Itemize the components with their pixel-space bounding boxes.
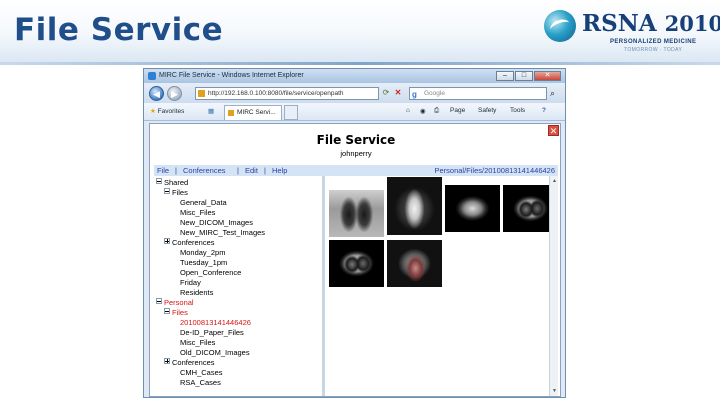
menu-file[interactable]: File [157,166,169,175]
logo-year: 2010 [664,11,720,36]
page-title: File Service [316,133,396,147]
search-input[interactable]: g Google [409,87,547,100]
file-thumbnail-grid: ▲ ▼ [326,176,558,396]
app-menubar: File | Conferences | Edit | Help Persona… [154,165,558,176]
search-icon[interactable]: ⌕ [550,88,560,98]
tree-node-shared[interactable]: Shared [156,178,188,188]
tree-node-friday[interactable]: Friday [180,278,201,288]
tree-node-misc-files[interactable]: Misc_Files [180,208,215,218]
tree-node-rsa-cases[interactable]: RSA_Cases [180,378,221,388]
collapse-icon[interactable] [164,308,170,314]
thumbnail-chest-xray-lateral[interactable] [387,177,442,235]
home-icon[interactable]: ⌂ [406,107,410,114]
tab-grid-icon[interactable]: ▦ [208,107,214,115]
close-window-button[interactable]: ✕ [534,71,561,81]
menu-separator: | [264,166,266,175]
globe-icon [544,10,576,42]
tree-node-selected-folder[interactable]: 20100813141446426 [180,318,251,328]
url-text: http://192.168.0.100:8080/file/service/o… [208,90,344,97]
expand-icon[interactable] [164,358,170,364]
folder-tree: Shared Files General_Data Misc_Files New… [154,176,322,396]
print-icon[interactable]: ⎙ [434,107,439,115]
panel-splitter[interactable] [322,176,325,396]
logo-tagline: PERSONALIZED MEDICINE [610,39,697,45]
current-path: Personal/Files/20100813141446426 [434,166,555,175]
logo-subtag: TOMORROW · TODAY [624,47,683,53]
collapse-icon[interactable] [164,188,170,194]
help-icon[interactable]: ? [542,107,546,114]
refresh-icon[interactable]: ⟳ [381,88,391,98]
tree-node-tuesday-1pm[interactable]: Tuesday_1pm [180,258,227,268]
logo-text: RSNA [582,10,657,37]
feeds-icon[interactable]: ◉ [420,107,426,115]
window-titlebar: MIRC File Service - Windows Internet Exp… [144,69,565,83]
back-button[interactable]: ◀ [149,86,164,101]
page-icon [198,90,205,97]
menu-conferences[interactable]: Conferences [183,166,226,175]
menu-separator: | [237,166,239,175]
thumbnail-ct-chest-2[interactable] [329,240,384,287]
page-content: ✕ File Service johnperry File | Conferen… [149,123,561,397]
rsna-logo: RSNA 2010 PERSONALIZED MEDICINE TOMORROW… [544,8,720,56]
scroll-down-icon[interactable]: ▼ [551,387,558,395]
tree-node-general-data[interactable]: General_Data [180,198,227,208]
browser-tab[interactable]: MIRC Servi... [224,105,282,120]
new-tab-button[interactable] [284,105,298,120]
tree-node-old-dicom-images[interactable]: Old_DICOM_Images [180,348,250,358]
collapse-icon[interactable] [156,178,162,184]
logo-wordmark: RSNA 2010 [582,10,720,37]
tree-node-monday-2pm[interactable]: Monday_2pm [180,248,225,258]
collapse-icon[interactable] [156,298,162,304]
favorites-button[interactable]: ★ Favorites [150,107,184,115]
minimize-button[interactable]: – [496,71,514,81]
browser-window: MIRC File Service - Windows Internet Exp… [143,68,566,398]
thumbnail-ct-chest-3[interactable] [387,240,442,287]
search-placeholder: Google [424,90,445,97]
thumbnail-ct-abdomen[interactable] [445,185,500,232]
tree-node-de-id-paper-files[interactable]: De-ID_Paper_Files [180,328,244,338]
tree-node-personal-files[interactable]: Files [164,308,188,318]
maximize-button[interactable]: □ [515,71,533,81]
vertical-scrollbar[interactable]: ▲ ▼ [549,176,558,396]
tree-node-files[interactable]: Files [164,188,188,198]
tab-label: MIRC Servi... [237,109,276,116]
tree-node-cmh-cases[interactable]: CMH_Cases [180,368,223,378]
menu-edit[interactable]: Edit [245,166,258,175]
safety-menu[interactable]: Safety [478,107,496,114]
tree-node-new-mirc-test-images[interactable]: New_MIRC_Test_Images [180,228,265,238]
tree-node-residents[interactable]: Residents [180,288,213,298]
url-input[interactable]: http://192.168.0.100:8080/file/service/o… [195,87,379,100]
ie-icon [148,72,156,80]
page-menu[interactable]: Page [450,107,465,114]
star-icon: ★ [150,108,156,115]
tree-node-new-dicom-images[interactable]: New_DICOM_Images [180,218,253,228]
scroll-up-icon[interactable]: ▲ [551,177,558,185]
username: johnperry [340,149,372,158]
tree-node-conferences[interactable]: Conferences [164,238,215,248]
tree-node-personal-conferences[interactable]: Conferences [164,358,215,368]
slide-title: File Service [14,12,224,48]
menu-separator: | [175,166,177,175]
google-icon: g [412,90,417,99]
stop-icon[interactable]: ✕ [393,88,403,98]
tree-node-personal-misc-files[interactable]: Misc_Files [180,338,215,348]
forward-button[interactable]: ▶ [167,86,182,101]
address-bar: ◀ ▶ http://192.168.0.100:8080/file/servi… [144,83,565,103]
command-bar: ★ Favorites ▦ MIRC Servi... ⌂ ◉ ⎙ Page S… [144,103,565,121]
thumbnail-chest-xray[interactable] [329,190,384,237]
header-divider [0,62,720,65]
tools-menu[interactable]: Tools [510,107,525,114]
favorites-label: Favorites [157,108,185,115]
window-title: MIRC File Service - Windows Internet Exp… [159,72,304,79]
tree-node-open-conference[interactable]: Open_Conference [180,268,241,278]
menu-help[interactable]: Help [272,166,287,175]
expand-icon[interactable] [164,238,170,244]
tab-page-icon [228,110,234,116]
tree-node-personal[interactable]: Personal [156,298,194,308]
